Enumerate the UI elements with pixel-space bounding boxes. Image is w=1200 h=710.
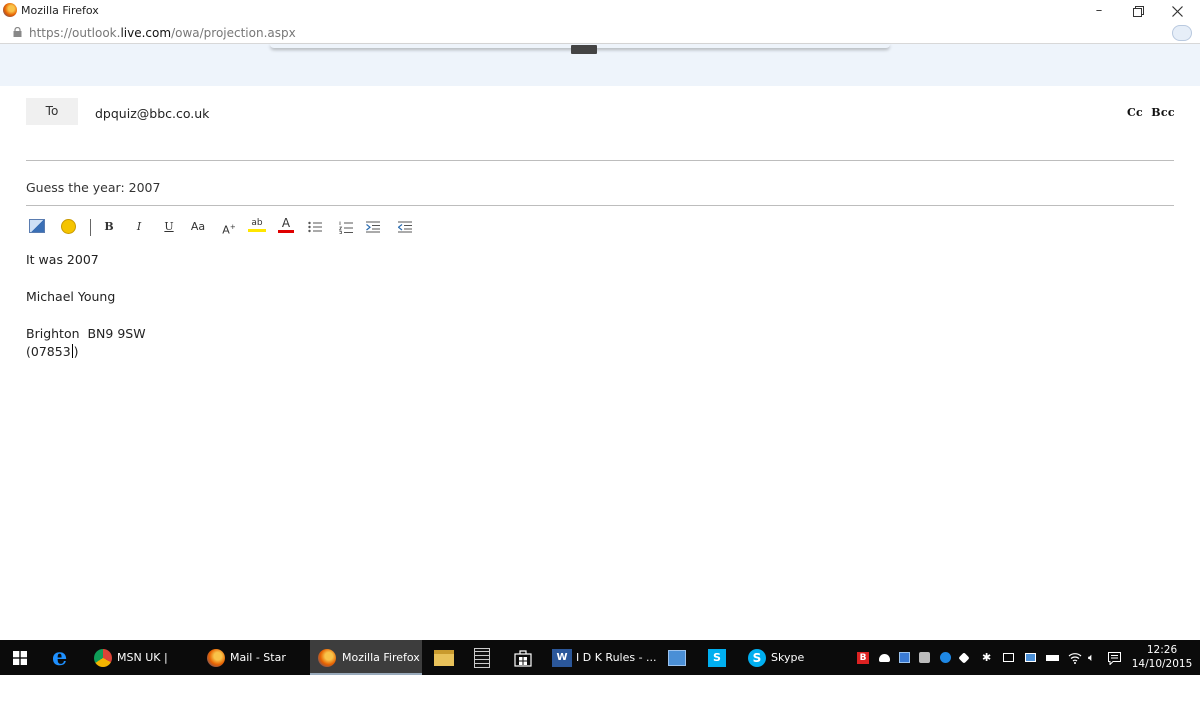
toolbar-separator — [90, 219, 91, 236]
taskbar-item-label: I D K Rules - ... — [576, 651, 657, 664]
cloud-tray-icon[interactable] — [879, 654, 890, 662]
skype-tile-icon[interactable]: S — [708, 649, 726, 667]
address-bar[interactable]: https://outlook.live.com/owa/projection.… — [0, 22, 1200, 44]
to-button[interactable]: To — [26, 98, 78, 125]
battery-icon[interactable] — [1046, 655, 1059, 661]
update-tray-icon[interactable] — [940, 652, 951, 663]
word-icon: W — [552, 649, 572, 667]
highlight-button[interactable]: ab — [248, 216, 266, 232]
lock-icon — [13, 27, 22, 37]
red-b-tray-icon[interactable]: B — [857, 652, 869, 664]
formatting-toolbar: B I U Aa A+ ab A — [26, 216, 446, 240]
taskbar-item-firefox[interactable]: Mozilla Firefox — [310, 640, 422, 675]
firefox-icon — [3, 3, 17, 17]
bullet-list-icon[interactable] — [308, 221, 322, 233]
font-size-label: A — [222, 223, 230, 237]
emoji-icon[interactable] — [61, 219, 76, 234]
edge-icon[interactable]: e — [52, 640, 74, 675]
cloud-addon-icon[interactable] — [1172, 25, 1192, 41]
drag-handle[interactable] — [571, 45, 597, 54]
to-recipient[interactable]: dpquiz@bbc.co.uk — [95, 106, 209, 121]
firefox-icon — [318, 649, 336, 667]
minimize-button[interactable]: – — [1084, 2, 1114, 20]
font-size-button[interactable]: A+ — [221, 216, 237, 238]
body-line[interactable]: Michael Young — [26, 289, 115, 304]
taskbar-item-label: Mozilla Firefox — [342, 651, 420, 664]
windows-taskbar: e MSN UK | Hot... Mail - Star Ca... Mozi… — [0, 640, 1200, 699]
volume-icon[interactable]: 🔈︎ — [1088, 652, 1102, 663]
window-title: Mozilla Firefox — [21, 4, 99, 17]
underline-button[interactable]: U — [162, 216, 176, 238]
body-line[interactable]: It was 2007 — [26, 252, 99, 267]
taskbar-item-label: Mail - Star Ca... — [230, 651, 286, 699]
store-icon[interactable] — [514, 649, 532, 667]
divider — [26, 205, 1174, 206]
taskbar-item-mail[interactable]: Mail - Star Ca... — [203, 640, 305, 699]
calculator-icon[interactable] — [474, 648, 490, 668]
font-color-button[interactable]: A — [278, 216, 294, 233]
restore-button[interactable] — [1123, 2, 1153, 20]
clock-time: 12:26 — [1146, 644, 1178, 656]
outdent-icon[interactable] — [398, 221, 412, 233]
printer-tray-icon[interactable] — [919, 652, 930, 663]
italic-button[interactable]: I — [132, 216, 146, 238]
body-line-text: (07853 — [26, 344, 71, 359]
taskbar-item-msn[interactable]: MSN UK | Hot... — [90, 640, 196, 699]
body-line[interactable]: Brighton BN9 9SW — [26, 326, 146, 341]
url-text: https://outlook.live.com/owa/projection.… — [29, 26, 296, 40]
close-icon — [1171, 6, 1183, 17]
skype-icon: S — [748, 649, 766, 667]
change-case-button[interactable]: Aa — [188, 216, 208, 238]
monitor-tray-icon[interactable] — [1025, 653, 1036, 662]
taskbar-item-skype[interactable]: S Skype — [744, 640, 824, 675]
network-app-icon[interactable] — [668, 650, 686, 666]
chrome-icon — [94, 649, 112, 667]
cc-bcc-link[interactable]: Cc Bcc — [1127, 106, 1175, 119]
firefox-icon — [207, 649, 225, 667]
app-tray-icon[interactable] — [899, 652, 910, 663]
compose-header-band — [0, 44, 1200, 86]
bluetooth-icon[interactable]: ✱ — [982, 652, 993, 663]
divider — [26, 160, 1174, 161]
taskbar-item-label: Skype — [771, 651, 805, 664]
subject-field[interactable]: Guess the year: 2007 — [26, 180, 160, 195]
text-caret — [71, 344, 73, 358]
close-button[interactable] — [1162, 2, 1192, 20]
taskbar-item-word[interactable]: W I D K Rules - ... — [550, 640, 658, 675]
file-explorer-icon[interactable] — [434, 650, 454, 666]
wifi-icon[interactable] — [1068, 652, 1082, 664]
windows-start-icon[interactable] — [13, 651, 27, 665]
body-line-with-caret[interactable]: (07853) — [26, 344, 79, 359]
clock-date: 14/10/2015 — [1131, 658, 1193, 670]
restore-icon — [1132, 6, 1144, 17]
insert-picture-icon[interactable] — [29, 219, 45, 233]
shield-tray-icon[interactable] — [958, 652, 970, 664]
window-titlebar: Mozilla Firefox – — [0, 0, 1200, 22]
numbered-list-icon[interactable] — [339, 221, 353, 234]
bold-button[interactable]: B — [102, 216, 116, 238]
system-clock[interactable]: 12:26 14/10/2015 — [1130, 643, 1194, 671]
taskbar-item-label: MSN UK | Hot... — [117, 651, 168, 699]
indent-icon[interactable] — [366, 221, 380, 233]
display-tray-icon[interactable] — [1003, 653, 1014, 662]
action-center-icon[interactable] — [1108, 652, 1121, 665]
